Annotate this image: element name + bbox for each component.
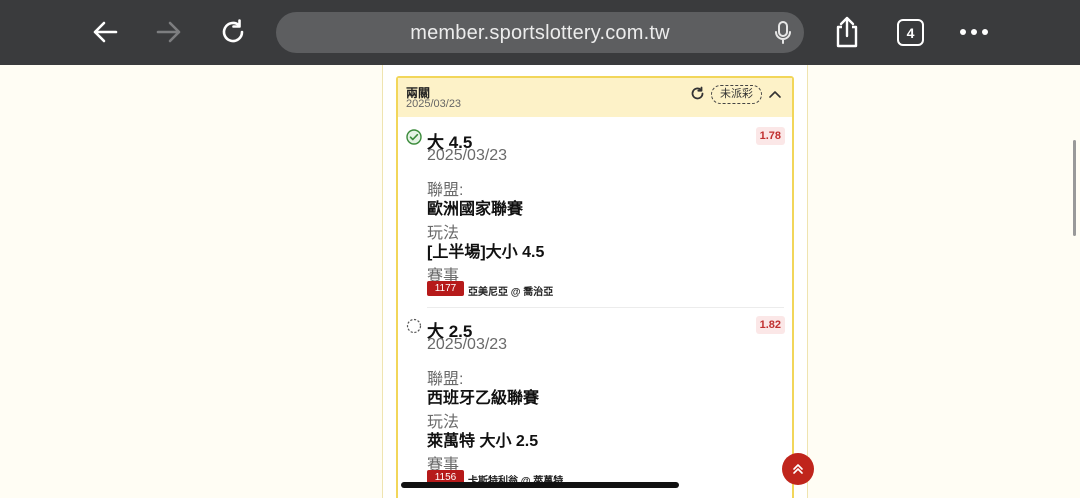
reload-icon [222,19,244,43]
bet-card: 兩關 2025/03/23 未派彩 大 4.5 1.78 2025/03/23 … [396,76,794,498]
more-button[interactable] [954,12,994,52]
bet-date: 2025/03/23 [406,98,462,110]
scroll-top-button[interactable] [782,453,814,485]
match-name: 亞美尼亞 @ 喬治亞 [468,287,554,298]
chevron-up-icon[interactable] [768,87,782,101]
forward-button[interactable] [149,12,189,52]
play-value: [上半場]大小 4.5 [427,244,545,261]
match-number: 1177 [427,281,464,296]
refresh-icon[interactable] [690,86,705,101]
url-text: member.sportslottery.com.tw [410,22,670,44]
scrollbar[interactable] [1073,140,1076,236]
odds-badge: 1.78 [755,127,785,145]
status-badge: 未派彩 [711,85,762,104]
selection-item: 大 4.5 1.78 2025/03/23 聯盟: 歐洲國家聯賽 玩法 [上半場… [398,118,792,304]
scroll-top-icon [793,464,803,474]
share-button[interactable] [827,12,867,52]
back-icon [93,21,118,43]
play-value: 萊萬特 大小 2.5 [427,433,539,450]
forward-icon [156,21,181,43]
bet-card-header[interactable]: 兩關 2025/03/23 未派彩 [398,78,792,117]
home-indicator[interactable] [401,482,679,488]
mic-icon[interactable] [774,21,792,45]
selection-date: 2025/03/23 [427,336,508,353]
odds-badge: 1.82 [755,316,785,334]
reload-button[interactable] [213,12,253,52]
selection-date: 2025/03/23 [427,147,508,164]
more-icon [960,29,988,35]
tabs-button[interactable]: 4 [897,19,924,46]
check-circle-icon [406,129,422,145]
address-bar[interactable]: member.sportslottery.com.tw [276,12,804,53]
pending-circle-icon [406,318,422,334]
selection-item: 大 2.5 1.82 2025/03/23 聯盟: 西班牙乙級聯賽 玩法 萊萬特… [398,307,792,493]
share-icon [836,16,858,48]
back-button[interactable] [85,12,125,52]
browser-toolbar: member.sportslottery.com.tw 4 [0,0,1080,65]
league-value: 西班牙乙級聯賽 [427,390,540,407]
league-value: 歐洲國家聯賽 [427,201,524,218]
